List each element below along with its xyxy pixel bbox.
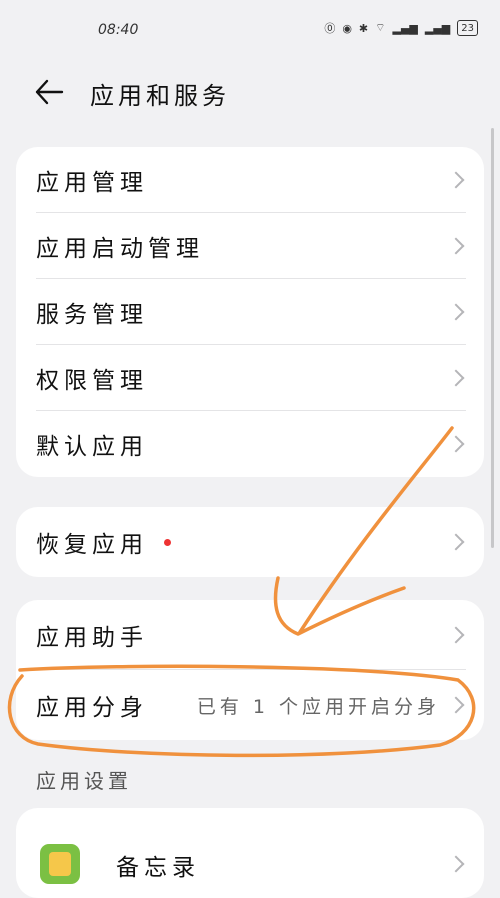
scrollbar[interactable] [491,128,494,548]
chevron-right-icon [447,369,465,387]
eye-comfort-icon: ◉ [342,21,352,35]
chevron-right-icon [447,626,465,644]
back-button[interactable] [34,78,64,106]
status-time: 08:40 [98,22,139,38]
app-item-label: 备忘录 [116,855,200,881]
chevron-right-icon [447,855,465,873]
nfc-icon: ⓪ [324,22,336,35]
menu-item-label: 应用管理 [36,170,148,196]
wifi-icon: ⌔ [375,21,386,34]
chevron-right-icon [447,435,465,453]
menu-item-app-management[interactable]: 应用管理 [16,147,484,213]
menu-item-label: 应用助手 [36,625,148,651]
bluetooth-icon: ✱ [358,21,369,35]
menu-item-service-management[interactable]: 服务管理 [16,279,484,345]
app-twin-status: 已有 1 个应用开启分身 [196,695,440,718]
memo-app-icon [40,844,80,884]
menu-item-label: 应用分身 [36,695,148,721]
menu-item-app-assistant[interactable]: 应用助手 [16,600,484,670]
app-management-card: 应用管理 应用启动管理 服务管理 权限管理 默认应用 [16,147,484,477]
menu-item-permissions[interactable]: 权限管理 [16,345,484,411]
status-icons: ⓪ ◉ ✱ ⌔ ▂▄▆ ▂▄▆ 23 [324,20,478,36]
signal-5g-icon: ▂▄▆ [424,21,451,35]
app-item-memo[interactable]: 备忘录 [16,808,484,898]
page-title: 应用和服务 [90,82,230,110]
menu-item-label: 服务管理 [36,302,148,328]
chevron-right-icon [447,171,465,189]
app-settings-card: 备忘录 [16,808,484,898]
chevron-right-icon [447,303,465,321]
status-bar: 08:40 ⓪ ◉ ✱ ⌔ ▂▄▆ ▂▄▆ 23 [0,0,500,64]
menu-item-label: 恢复应用 [36,532,148,558]
menu-item-label: 默认应用 [36,434,148,460]
back-arrow-icon [35,79,64,105]
battery-icon: 23 [457,20,478,36]
assistant-card: 应用助手 应用分身 已有 1 个应用开启分身 [16,600,484,740]
menu-item-app-launch[interactable]: 应用启动管理 [16,213,484,279]
chevron-right-icon [447,533,465,551]
section-title-app-settings: 应用设置 [36,769,132,793]
menu-item-label: 权限管理 [36,368,148,394]
chevron-right-icon [447,696,465,714]
chevron-right-icon [447,237,465,255]
menu-item-label: 应用启动管理 [36,236,204,262]
notification-badge [164,538,171,546]
menu-item-default-apps[interactable]: 默认应用 [16,411,484,477]
menu-item-app-twin[interactable]: 应用分身 已有 1 个应用开启分身 [16,670,484,740]
menu-item-restore-apps[interactable]: 恢复应用 [16,507,484,577]
restore-card: 恢复应用 [16,507,484,577]
signal-4g-icon: ▂▄▆ [392,21,418,35]
page-header: 应用和服务 [0,64,500,120]
battery-level: 23 [461,22,474,34]
